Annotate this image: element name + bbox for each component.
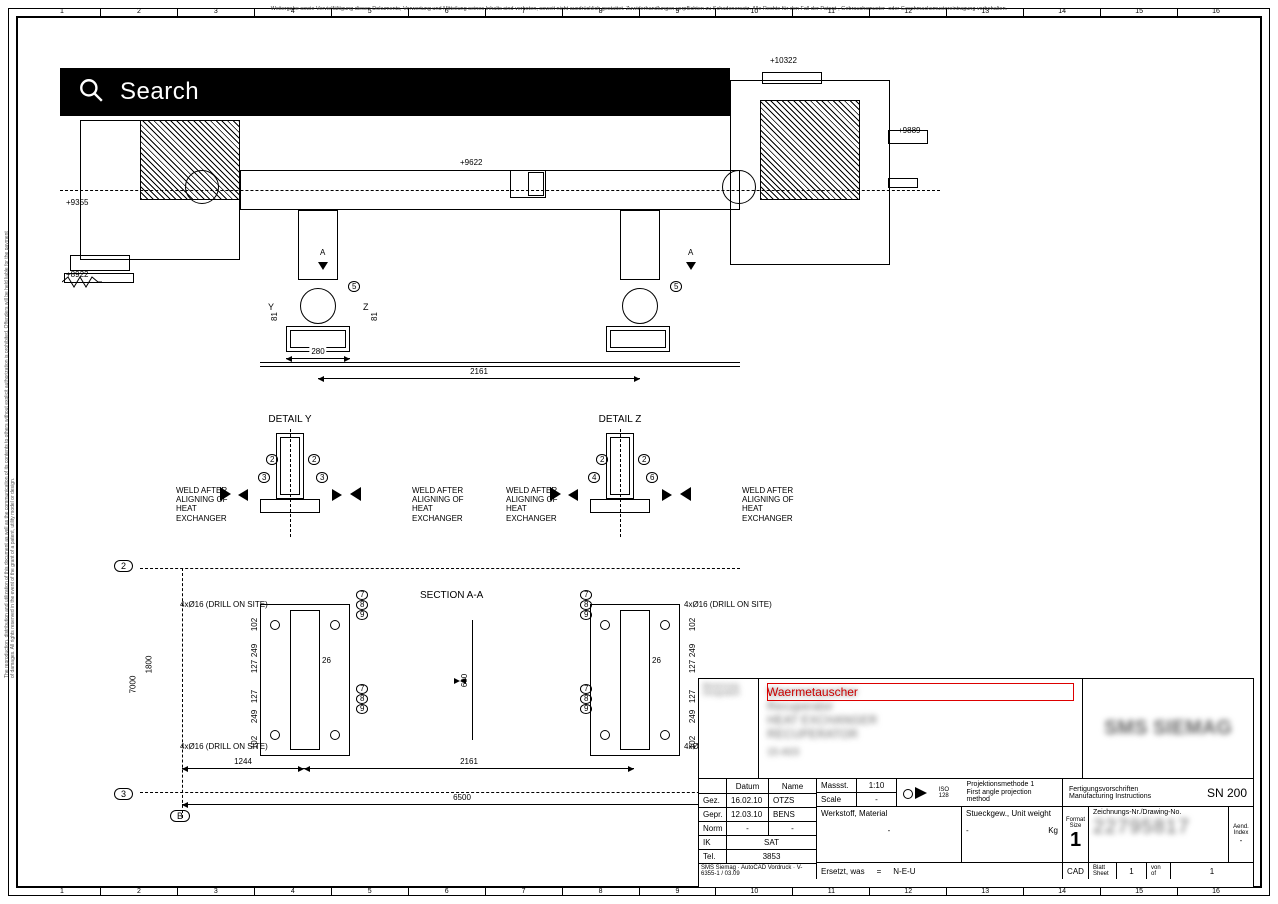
ruler-cell-16: 16 bbox=[1178, 888, 1254, 896]
hdr-datum: Datum bbox=[727, 779, 769, 793]
grid-2: 2 bbox=[114, 560, 133, 572]
dim-81-r: 81 bbox=[370, 312, 379, 321]
ruler-cell-12: 12 bbox=[870, 8, 947, 16]
elev-10322: +10322 bbox=[770, 56, 797, 65]
section-a-a: SECTION A-A 2 3 B 4xØ16 (DRILL ON SITE) … bbox=[120, 560, 760, 810]
ruler-top: 12345678910111213141516 bbox=[24, 8, 1254, 16]
tb-footer: SMS Siemag · AutoCAD Vordruck · V-6355-1… bbox=[701, 865, 814, 878]
ruler-cell-4: 4 bbox=[255, 8, 332, 16]
main-elevation-view: A A Y Z +9355 +8922 +9622 +10322 +9889 8… bbox=[70, 80, 890, 390]
hole-note-tl: 4xØ16 (DRILL ON SITE) bbox=[180, 600, 268, 609]
ruler-cell-1: 1 bbox=[24, 8, 101, 16]
ruler-cell-2: 2 bbox=[101, 8, 178, 16]
dim-280: 280 bbox=[309, 347, 326, 356]
ruler-bottom: 12345678910111213141516 bbox=[24, 888, 1254, 896]
detail-y-title: DETAIL Y bbox=[180, 414, 400, 425]
title-en1: Recuperator bbox=[767, 699, 1074, 713]
title-redbox bbox=[767, 683, 1074, 701]
ruler-cell-11: 11 bbox=[793, 8, 870, 16]
dim-2161: 2161 bbox=[458, 757, 480, 766]
dim-2161-top: 2161 bbox=[468, 367, 490, 376]
ruler-cell-10: 10 bbox=[716, 8, 793, 16]
projection-symbol-icon bbox=[903, 787, 933, 799]
company-logo: SMS SIEMAG bbox=[1104, 717, 1232, 740]
dim-600: 600 bbox=[460, 674, 469, 687]
ruler-cell-7: 7 bbox=[486, 8, 563, 16]
section-mark-a-right: A bbox=[688, 248, 693, 257]
ruler-cell-13: 13 bbox=[947, 8, 1024, 16]
ruler-cell-8: 8 bbox=[563, 8, 640, 16]
ruler-cell-8: 8 bbox=[563, 888, 640, 896]
detail-y-note-right: WELD AFTER ALIGNING OF HEAT EXCHANGER bbox=[412, 486, 482, 523]
ruler-cell-9: 9 bbox=[640, 888, 717, 896]
ruler-cell-12: 12 bbox=[870, 888, 947, 896]
dim-1244: 1244 bbox=[232, 757, 254, 766]
ruler-cell-11: 11 bbox=[793, 888, 870, 896]
dim-6500: 6500 bbox=[451, 793, 473, 802]
title-caps1: HEAT EXCHANGER bbox=[767, 713, 1074, 727]
detail-mark-y: Y bbox=[268, 302, 274, 312]
detail-z-title: DETAIL Z bbox=[510, 414, 730, 425]
elev-9622: +9622 bbox=[460, 158, 482, 167]
detail-z-note-left: WELD AFTER ALIGNING OF HEAT EXCHANGER bbox=[506, 486, 576, 523]
ruler-cell-7: 7 bbox=[486, 888, 563, 896]
section-title: SECTION A-A bbox=[420, 590, 483, 601]
elev-9889: +9889 bbox=[898, 126, 920, 135]
hdr-name: Name bbox=[769, 779, 816, 793]
section-mark-a-left: A bbox=[320, 248, 325, 257]
ruler-cell-5: 5 bbox=[332, 8, 409, 16]
balloon-5-l: 5 bbox=[348, 281, 360, 292]
ruler-cell-10: 10 bbox=[716, 888, 793, 896]
title-subcode: 15-A03 bbox=[767, 747, 1074, 758]
ruler-cell-5: 5 bbox=[332, 888, 409, 896]
ruler-cell-3: 3 bbox=[178, 8, 255, 16]
dim-7000: 7000 bbox=[128, 676, 137, 694]
ruler-cell-16: 16 bbox=[1178, 8, 1254, 16]
balloon-5-r: 5 bbox=[670, 281, 682, 292]
ruler-cell-14: 14 bbox=[1024, 888, 1101, 896]
ruler-cell-1: 1 bbox=[24, 888, 101, 896]
grid-b: B bbox=[170, 810, 190, 822]
drawing-number: 22795817 bbox=[1093, 816, 1224, 839]
ruler-cell-3: 3 bbox=[178, 888, 255, 896]
elev-9355: +9355 bbox=[66, 198, 88, 207]
side-disclaimer: The reproduction, distribution and utili… bbox=[4, 226, 16, 678]
ruler-cell-2: 2 bbox=[101, 888, 178, 896]
detail-z-note-right: WELD AFTER ALIGNING OF HEAT EXCHANGER bbox=[742, 486, 812, 523]
dim-81-l: 81 bbox=[270, 312, 279, 321]
ruler-cell-6: 6 bbox=[409, 888, 486, 896]
ruler-cell-4: 4 bbox=[255, 888, 332, 896]
elev-8922: +8922 bbox=[66, 270, 88, 279]
ruler-cell-6: 6 bbox=[409, 8, 486, 16]
ruler-cell-15: 15 bbox=[1101, 8, 1178, 16]
detail-y-note-left: WELD AFTER ALIGNING OF HEAT EXCHANGER bbox=[176, 486, 246, 523]
sn-200: SN 200 bbox=[1207, 786, 1247, 800]
ruler-cell-14: 14 bbox=[1024, 8, 1101, 16]
ruler-cell-9: 9 bbox=[640, 8, 717, 16]
hole-note-tr: 4xØ16 (DRILL ON SITE) bbox=[684, 600, 772, 609]
title-block: Benennung Designation Waermetauscher Rec… bbox=[698, 678, 1254, 888]
ruler-cell-13: 13 bbox=[947, 888, 1024, 896]
format-size: 1 bbox=[1070, 829, 1081, 852]
ruler-cell-15: 15 bbox=[1101, 888, 1178, 896]
grid-3: 3 bbox=[114, 788, 133, 800]
detail-mark-z: Z bbox=[363, 302, 369, 312]
tb-designation-label: Benennung Designation bbox=[703, 683, 754, 697]
dim-1800: 1800 bbox=[144, 656, 153, 674]
title-caps2: RECUPERATOR bbox=[767, 727, 1074, 741]
